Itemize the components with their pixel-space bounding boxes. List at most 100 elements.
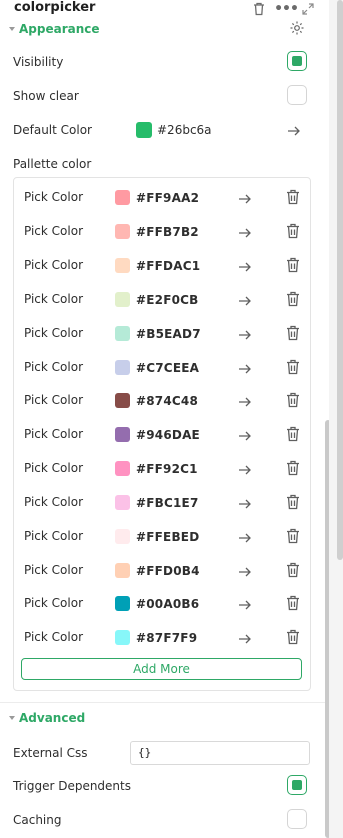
trash-icon[interactable]: [286, 629, 300, 645]
trash-icon[interactable]: [286, 562, 300, 578]
trash-icon[interactable]: [286, 325, 300, 341]
palette-row: Pick Color #946DAE: [14, 420, 310, 448]
inspector-panel: colorpicker ••• Appearance Visibility Sh…: [0, 0, 331, 838]
pick-color-label: Pick Color: [24, 190, 83, 204]
panel-header: colorpicker •••: [0, 0, 329, 18]
color-swatch[interactable]: [115, 190, 130, 205]
pick-color-label: Pick Color: [24, 393, 83, 407]
palette-row: Pick Color #E2F0CB: [14, 285, 310, 313]
external-css-input[interactable]: {}: [130, 741, 310, 765]
appearance-section-header[interactable]: Appearance: [0, 18, 329, 40]
palette-row: Pick Color #B5EAD7: [14, 319, 310, 347]
palette-row: Pick Color #C7CEEA: [14, 353, 310, 381]
trash-icon[interactable]: [286, 392, 300, 408]
color-swatch[interactable]: [115, 427, 130, 442]
arrow-right-icon[interactable]: [287, 123, 301, 137]
add-more-button[interactable]: Add More: [21, 658, 302, 680]
color-hex-value: #C7CEEA: [136, 361, 200, 375]
color-swatch[interactable]: [115, 224, 130, 239]
color-hex-value: #874C48: [136, 394, 199, 408]
trash-icon[interactable]: [286, 189, 300, 205]
trash-icon[interactable]: [286, 223, 300, 239]
pick-color-label: Pick Color: [24, 461, 83, 475]
trash-icon[interactable]: [286, 595, 300, 611]
palette-row: Pick Color #FFEBED: [14, 522, 310, 550]
trigger-dependents-label: Trigger Dependents: [13, 779, 131, 793]
arrow-right-icon[interactable]: [238, 225, 252, 239]
color-hex-value: #FFDAC1: [136, 259, 201, 273]
caching-checkbox[interactable]: [287, 809, 307, 829]
color-hex-value: #87F7F9: [136, 631, 198, 645]
pick-color-label: Pick Color: [24, 224, 83, 238]
external-css-label: External Css: [13, 746, 88, 760]
pick-color-label: Pick Color: [24, 258, 83, 272]
color-swatch[interactable]: [115, 258, 130, 273]
arrow-right-icon[interactable]: [238, 293, 252, 307]
pick-color-label: Pick Color: [24, 495, 83, 509]
color-swatch[interactable]: [115, 529, 130, 544]
trash-icon[interactable]: [286, 528, 300, 544]
color-hex-value: #FF9AA2: [136, 191, 200, 205]
color-hex-value: #FF92C1: [136, 462, 198, 476]
pick-color-label: Pick Color: [24, 529, 83, 543]
section-divider: [0, 702, 329, 703]
color-swatch[interactable]: [115, 393, 130, 408]
arrow-right-icon[interactable]: [238, 191, 252, 205]
trash-icon[interactable]: [251, 1, 267, 17]
trash-icon[interactable]: [286, 291, 300, 307]
arrow-right-icon[interactable]: [238, 496, 252, 510]
trigger-dependents-checkbox[interactable]: [287, 775, 307, 795]
arrow-right-icon[interactable]: [238, 597, 252, 611]
arrow-right-icon[interactable]: [238, 428, 252, 442]
trash-icon[interactable]: [286, 494, 300, 510]
arrow-right-icon[interactable]: [238, 327, 252, 341]
color-swatch[interactable]: [115, 596, 130, 611]
default-color-value: #26bc6a: [157, 123, 212, 137]
trash-icon[interactable]: [286, 257, 300, 273]
caching-row: Caching: [0, 809, 329, 831]
show-clear-checkbox[interactable]: [287, 85, 307, 105]
show-clear-row: Show clear: [0, 85, 329, 107]
pick-color-label: Pick Color: [24, 292, 83, 306]
default-color-row: Default Color #26bc6a: [0, 119, 329, 141]
color-hex-value: #E2F0CB: [136, 293, 199, 307]
arrow-right-icon[interactable]: [238, 530, 252, 544]
pick-color-label: Pick Color: [24, 563, 83, 577]
arrow-right-icon[interactable]: [238, 394, 252, 408]
trash-icon[interactable]: [286, 426, 300, 442]
trash-icon[interactable]: [286, 460, 300, 476]
palette-row: Pick Color #FFB7B2: [14, 217, 310, 245]
arrow-right-icon[interactable]: [238, 361, 252, 375]
arrow-right-icon[interactable]: [238, 631, 252, 645]
color-swatch[interactable]: [115, 326, 130, 341]
trash-icon[interactable]: [286, 359, 300, 375]
color-swatch[interactable]: [115, 360, 130, 375]
palette-label: Pallette color: [13, 157, 92, 171]
visibility-row: Visibility: [0, 51, 329, 73]
palette-row: Pick Color #FF9AA2: [14, 183, 310, 211]
palette-row: Pick Color #FBC1E7: [14, 488, 310, 516]
pick-color-label: Pick Color: [24, 630, 83, 644]
advanced-section-label: Advanced: [19, 711, 86, 725]
visibility-label: Visibility: [13, 55, 64, 69]
arrow-right-icon[interactable]: [238, 259, 252, 273]
page-scrollbar-thumb[interactable]: [337, 0, 343, 560]
arrow-right-icon[interactable]: [238, 462, 252, 476]
appearance-section-label: Appearance: [19, 22, 100, 36]
color-swatch[interactable]: [115, 495, 130, 510]
more-icon[interactable]: •••: [274, 1, 299, 17]
expand-icon[interactable]: [300, 1, 316, 17]
default-color-swatch[interactable]: [136, 122, 152, 138]
color-swatch[interactable]: [115, 630, 130, 645]
arrow-right-icon[interactable]: [238, 564, 252, 578]
color-swatch[interactable]: [115, 563, 130, 578]
advanced-section-header[interactable]: Advanced: [0, 707, 329, 729]
gear-icon[interactable]: [289, 20, 307, 38]
visibility-checkbox[interactable]: [287, 51, 307, 71]
show-clear-label: Show clear: [13, 89, 79, 103]
color-hex-value: #B5EAD7: [136, 327, 201, 341]
color-swatch[interactable]: [115, 461, 130, 476]
pick-color-label: Pick Color: [24, 360, 83, 374]
color-swatch[interactable]: [115, 292, 130, 307]
palette-row: Pick Color #FFDAC1: [14, 251, 310, 279]
